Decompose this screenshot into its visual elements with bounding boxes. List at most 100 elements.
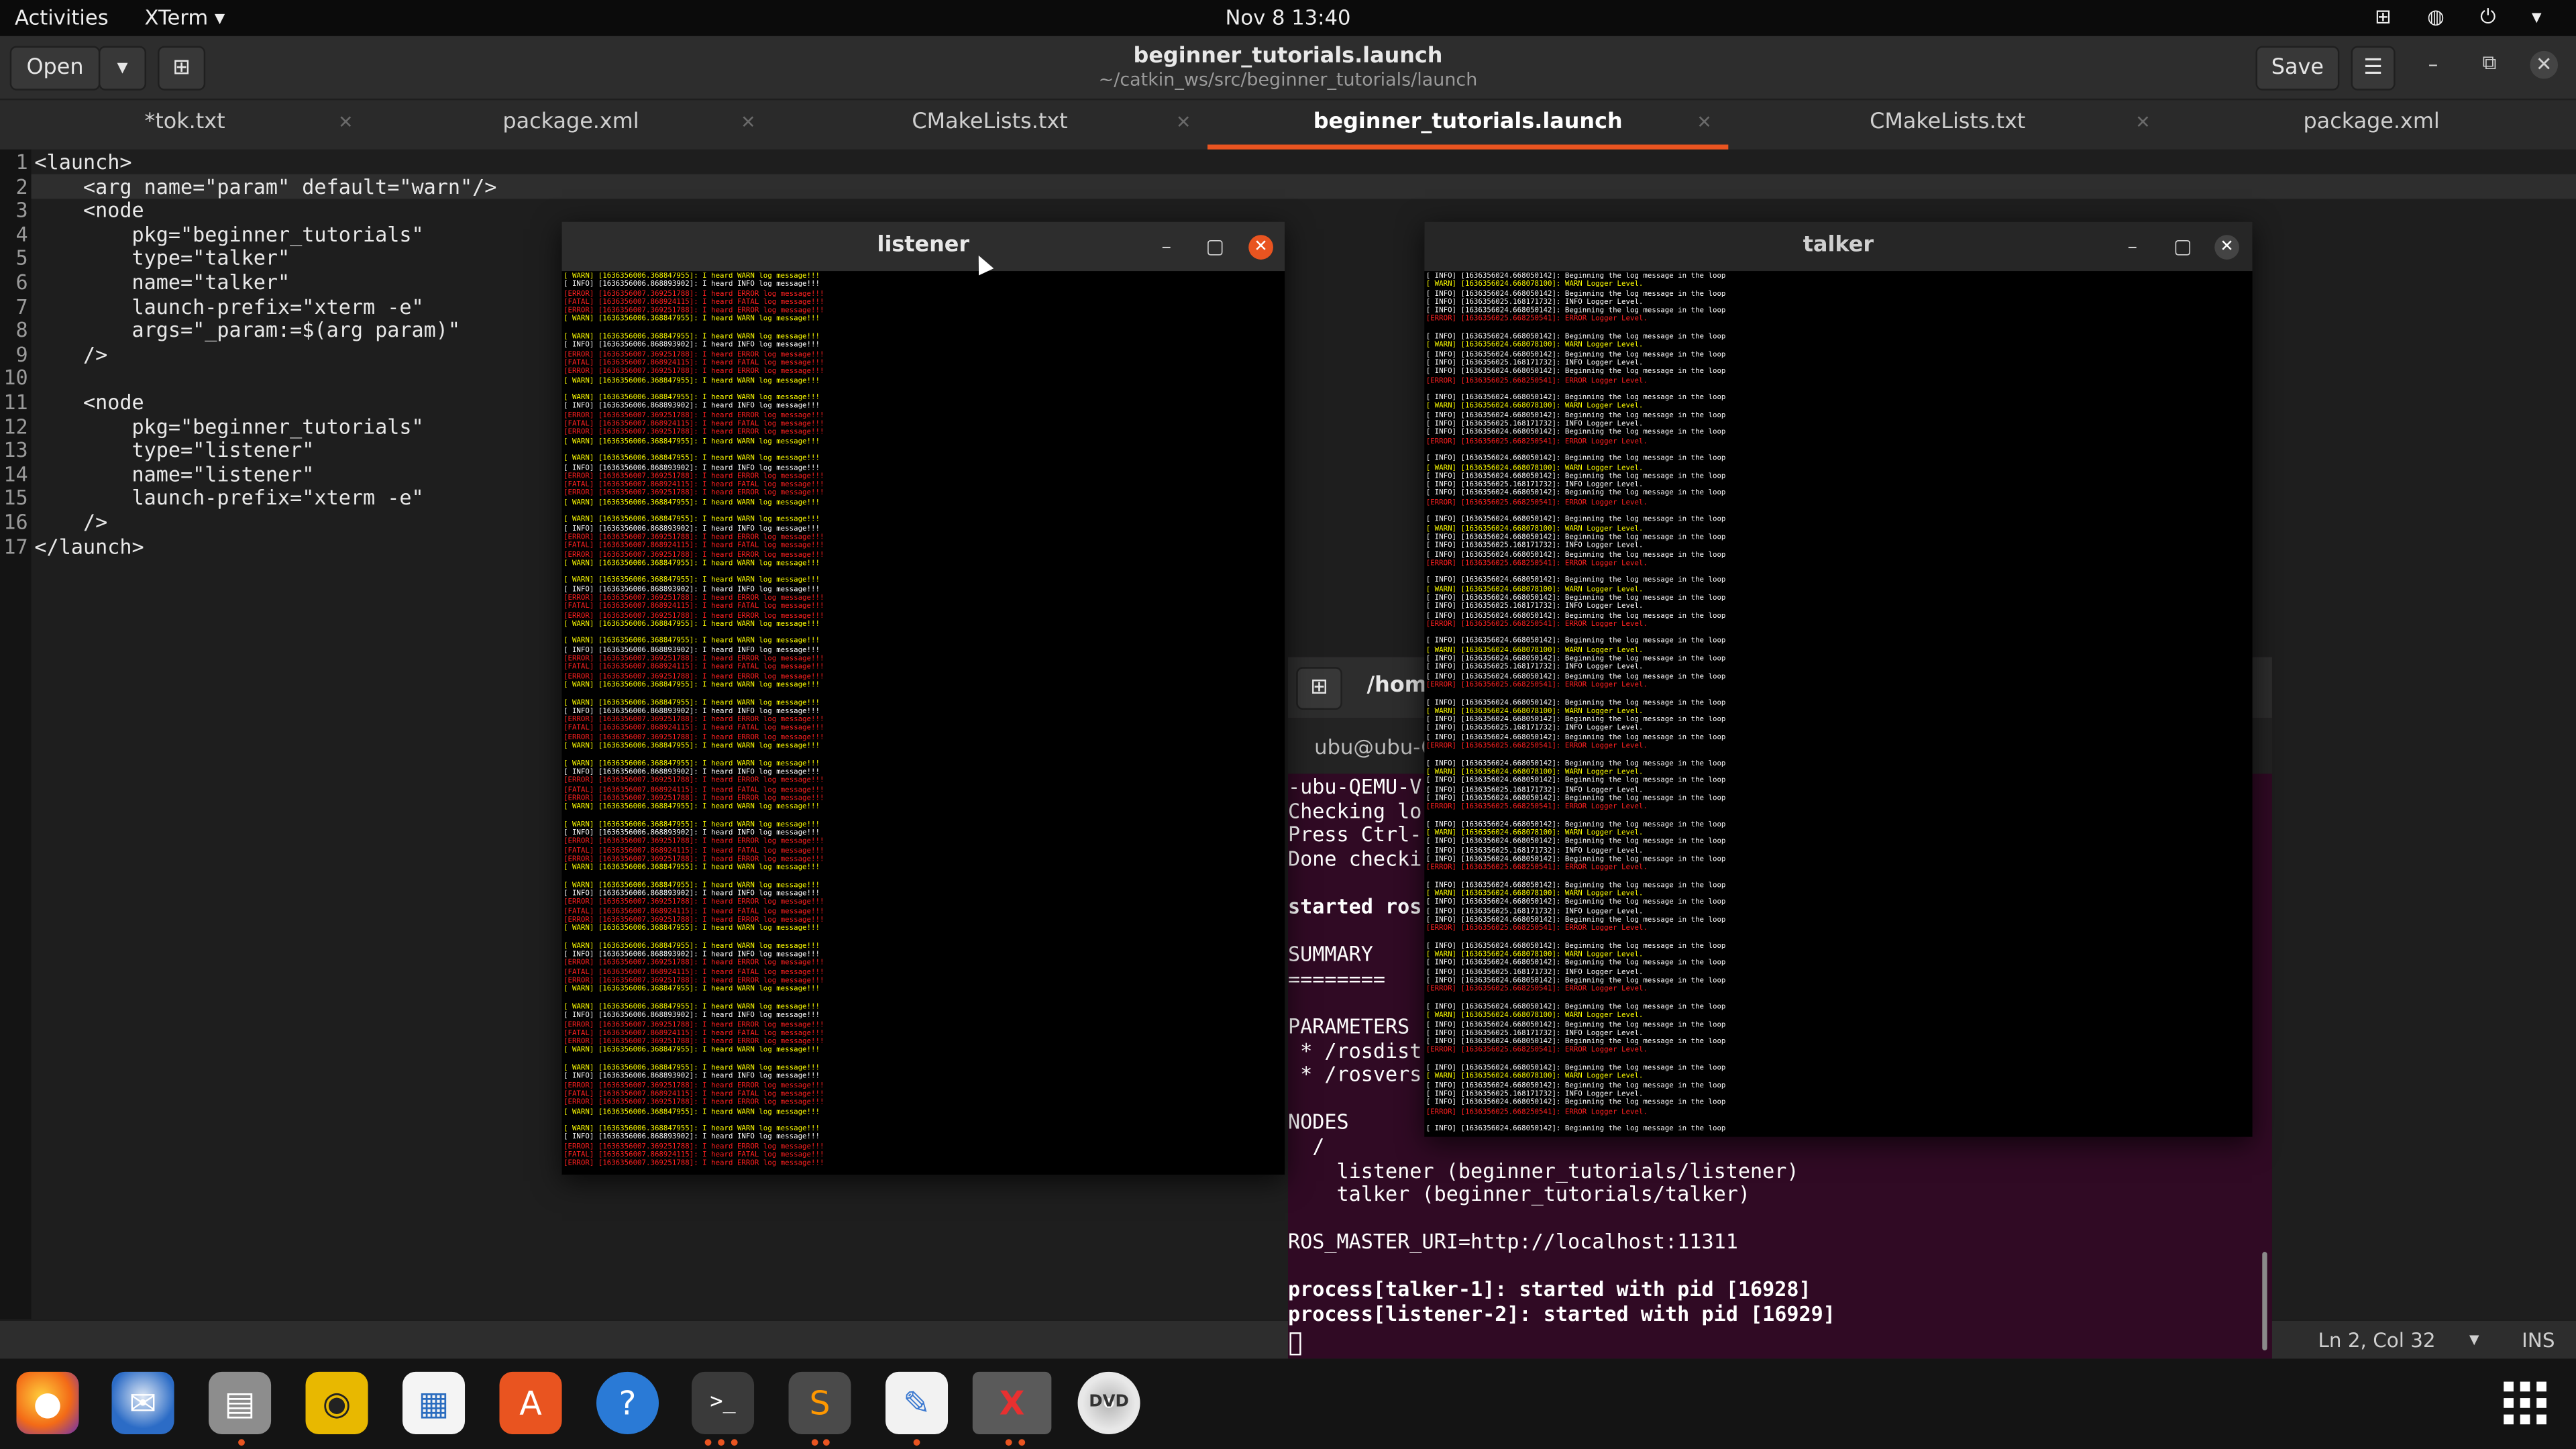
code-line[interactable]: args="_param:=$(arg param)" (34, 319, 460, 343)
software-icon[interactable]: A (499, 1371, 562, 1434)
talker-window[interactable]: talker – ▢ ✕ [ INFO] [1636356024.6680501… (1424, 221, 2253, 1137)
log-line: [ INFO] [1636356024.668050142]: Beginnin… (1426, 533, 1726, 542)
log-line: [ WARN] [1636356006.368847955]: I heard … (564, 986, 820, 995)
close-icon[interactable]: ✕ (1248, 235, 1273, 260)
firefox-icon[interactable]: ● (16, 1371, 79, 1434)
minimize-icon[interactable]: – (2127, 222, 2137, 271)
code-line[interactable]: pkg="beginner_tutorials" (34, 415, 423, 439)
log-line: [FATAL] [1636356007.868924115]: I heard … (564, 1090, 824, 1099)
sublime-icon[interactable]: S (788, 1371, 851, 1434)
tab-package-xml[interactable]: package.xml ✕ (370, 100, 772, 149)
log-line: [ERROR] [1636356007.369251788]: I heard … (564, 734, 824, 743)
terminal-icon[interactable]: >_ (692, 1371, 755, 1434)
tab-beginner-tutorials-launch[interactable]: beginner_tutorials.launch ✕ (1208, 100, 1729, 150)
log-line: [ WARN] [1636356024.668078100]: WARN Log… (1426, 464, 1644, 473)
clock[interactable]: Nov 8 13:40 (0, 5, 2576, 30)
log-line: [ERROR] [1636356007.369251788]: I heard … (564, 429, 824, 438)
tab-close-icon[interactable]: ✕ (2135, 100, 2151, 146)
menu-icon: ☰ (2363, 56, 2383, 81)
log-line: [ INFO] [1636356024.668050142]: Beginnin… (1426, 429, 1726, 438)
maximize-icon[interactable]: ▢ (1206, 222, 1225, 271)
new-tab-button[interactable]: ⊞ (1296, 667, 1342, 710)
code-line[interactable]: <node (34, 391, 144, 415)
maximize-icon[interactable]: ▢ (2174, 222, 2192, 271)
insert-mode[interactable]: INS (2522, 1329, 2555, 1352)
listener-output[interactable]: [ WARN] [1636356006.368847955]: I heard … (564, 273, 1283, 1172)
xterm-icon[interactable]: X (972, 1371, 1052, 1434)
log-line: [FATAL] [1636356007.868924115]: I heard … (564, 299, 824, 307)
running-indicator (731, 1439, 738, 1446)
log-line: [ INFO] [1636356024.668050142]: Beginnin… (1426, 699, 1726, 708)
maximize-icon[interactable]: ⧉ (2482, 51, 2496, 76)
tab-package-xml-2[interactable]: package.xml (2167, 100, 2576, 149)
listener-titlebar[interactable]: listener – ▢ ✕ (561, 221, 1285, 272)
code-line[interactable]: /> (34, 343, 107, 367)
close-icon[interactable]: ✕ (2214, 235, 2239, 260)
hamburger-menu-button[interactable]: ☰ (2351, 46, 2396, 91)
tab-tok-txt[interactable]: *tok.txt ✕ (0, 100, 370, 149)
tab-close-icon[interactable]: ✕ (741, 100, 756, 146)
code-line[interactable]: /> (34, 511, 107, 535)
code-line[interactable]: <node (34, 199, 144, 223)
log-line: [ INFO] [1636356006.868893902]: I heard … (564, 829, 820, 838)
log-line: [ERROR] [1636356007.369251788]: I heard … (564, 412, 824, 421)
system-tray[interactable]: ⊞ ◍ ⏻ ▾ (2375, 5, 2557, 30)
log-line: [ WARN] [1636356006.368847955]: I heard … (564, 498, 820, 508)
minimize-icon[interactable]: – (2428, 52, 2438, 75)
save-button[interactable]: Save (2255, 46, 2340, 91)
code-line[interactable]: pkg="beginner_tutorials" (34, 223, 423, 248)
code-line[interactable]: type="listener" (34, 439, 314, 463)
rhythmbox-icon[interactable]: ◉ (305, 1371, 368, 1434)
code-line[interactable]: name="listener" (34, 463, 314, 487)
tab-close-icon[interactable]: ✕ (1176, 100, 1191, 146)
code-line[interactable]: <arg name="param" default="warn"/> (34, 175, 496, 199)
files-icon[interactable]: ▤ (209, 1371, 272, 1434)
log-line: [ INFO] [1636356024.668050142]: Beginnin… (1426, 455, 1726, 464)
log-line: [ERROR] [1636356007.369251788]: I heard … (564, 960, 824, 969)
dvd-icon[interactable]: DVD (1077, 1371, 1140, 1434)
code-line[interactable]: name="talker" (34, 271, 290, 295)
code-line[interactable]: type="talker" (34, 247, 290, 271)
log-line: [ERROR] [1636356025.668250541]: ERROR Lo… (1426, 682, 1648, 690)
chevron-down-icon[interactable]: ▾ (2469, 1328, 2479, 1350)
talker-titlebar[interactable]: talker – ▢ ✕ (1424, 221, 2253, 272)
log-line: [ INFO] [1636356006.868893902]: I heard … (564, 525, 820, 533)
code-line[interactable]: launch-prefix="xterm -e" (34, 295, 423, 319)
tab-cmakelists[interactable]: CMakeLists.txt ✕ (772, 100, 1208, 149)
code-line[interactable]: <launch> (34, 151, 131, 175)
listener-window[interactable]: listener – ▢ ✕ [ WARN] [1636356006.36884… (561, 221, 1285, 1175)
line-number: 13 (3, 439, 28, 462)
tab-cmakelists-2[interactable]: CMakeLists.txt ✕ (1728, 100, 2167, 149)
code-line[interactable]: </launch> (34, 535, 144, 559)
terminal-line: talker (beginner_tutorials/talker) (1288, 1183, 1750, 1206)
terminal-scrollbar[interactable] (2262, 1252, 2267, 1351)
log-line: [ERROR] [1636356025.668250541]: ERROR Lo… (1426, 437, 1648, 447)
log-line: [ INFO] [1636356006.868893902]: I heard … (564, 1073, 820, 1082)
help-icon[interactable]: ? (596, 1371, 659, 1434)
save-label: Save (2271, 56, 2324, 81)
writer-icon[interactable]: ▦ (402, 1371, 466, 1434)
code-line[interactable]: launch-prefix="xterm -e" (34, 487, 423, 511)
text-editor-icon[interactable]: ✎ (885, 1371, 949, 1434)
minimize-icon[interactable]: – (1161, 222, 1171, 271)
show-applications-icon[interactable] (2504, 1381, 2548, 1426)
thunderbird-icon[interactable]: ✉ (111, 1371, 174, 1434)
log-line: [ERROR] [1636356007.369251788]: I heard … (564, 977, 824, 986)
close-icon[interactable]: ✕ (2530, 50, 2559, 79)
cursor-position[interactable]: Ln 2, Col 32 (2318, 1329, 2436, 1352)
tab-close-icon[interactable]: ✕ (338, 100, 354, 146)
log-line: [ERROR] [1636356007.369251788]: I heard … (564, 1099, 824, 1108)
log-line: [ INFO] [1636356024.668050142]: Beginnin… (1426, 899, 1726, 908)
log-line: [ WARN] [1636356006.368847955]: I heard … (564, 1004, 820, 1012)
terminal-line: ROS_MASTER_URI=http://localhost:11311 (1288, 1230, 1738, 1254)
running-indicator (1005, 1439, 1012, 1446)
talker-output[interactable]: [ INFO] [1636356024.668050142]: Beginnin… (1426, 273, 2251, 1134)
running-indicator (718, 1439, 725, 1446)
log-line: [ INFO] [1636356025.168171732]: INFO Log… (1426, 969, 1644, 977)
log-line: [ WARN] [1636356006.368847955]: I heard … (564, 316, 820, 325)
tab-close-icon[interactable]: ✕ (1697, 100, 1712, 146)
